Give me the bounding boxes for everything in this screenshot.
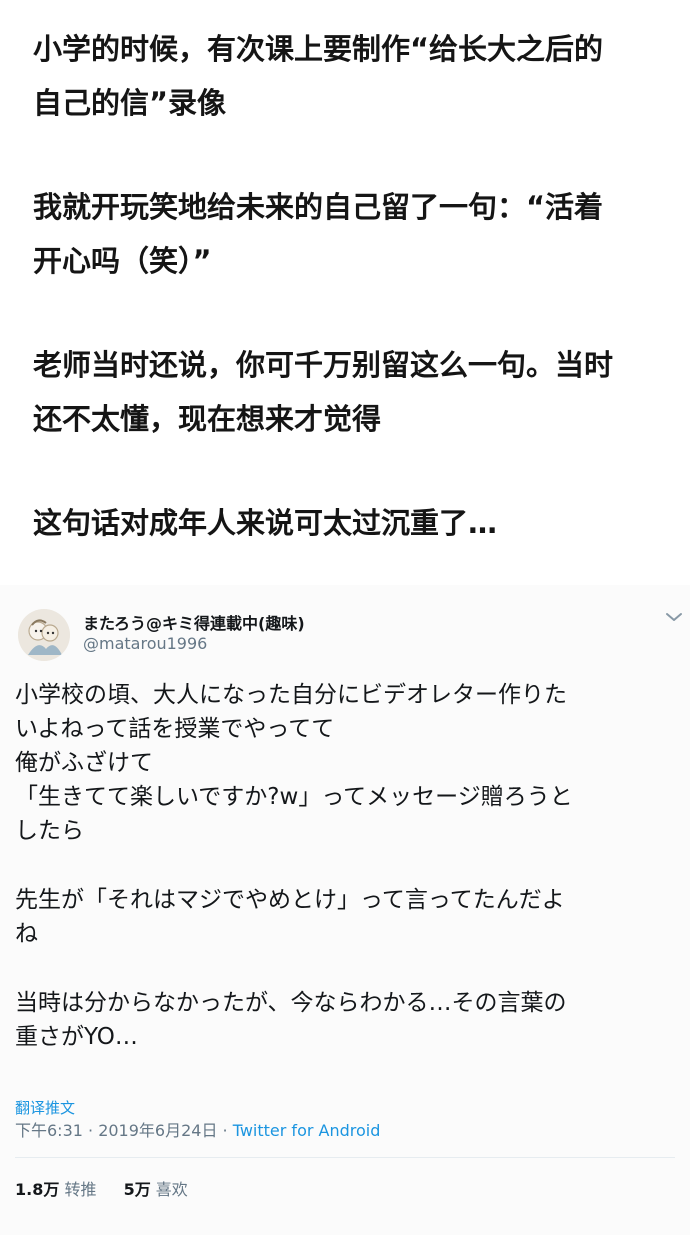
translate-tweet-link[interactable]: 翻译推文 <box>15 1097 75 1118</box>
chevron-down-icon <box>666 613 682 621</box>
retweet-number: 1.8万 <box>15 1180 60 1199</box>
avatar[interactable] <box>18 609 70 661</box>
intro-paragraph: 老师当时还说，你可千万别留这么一句。当时 还不太懂，现在想来才觉得 <box>33 348 614 436</box>
tweet-timestamp[interactable]: 下午6:31 · 2019年6月24日 · <box>15 1121 233 1140</box>
tweet-paragraph: 先生が「それはマジでやめとけ」って言ってたんだよ ね <box>15 887 565 947</box>
user-handle[interactable]: @matarou1996 <box>83 634 207 653</box>
tweet-meta: 下午6:31 · 2019年6月24日 · Twitter for Androi… <box>15 1117 380 1141</box>
intro-paragraph: 我就开玩笑地给未来的自己留了一句：“活着 开心吗（笑）” <box>33 190 604 278</box>
tweet-paragraph: 当時は分からなかったが、今ならわかる…その言葉の 重さがYO… <box>15 990 567 1050</box>
intro-text: 小学的时候，有次课上要制作“给长大之后的 自己的信”录像 我就开玩笑地给未来的自… <box>33 22 663 600</box>
like-number: 5万 <box>123 1180 151 1199</box>
retweet-label: 转推 <box>64 1180 97 1199</box>
tweet-menu-button[interactable] <box>664 609 684 625</box>
divider <box>15 1157 675 1158</box>
tweet-stats: 1.8万 转推 5万 喜欢 <box>15 1176 210 1200</box>
intro-paragraph: 小学的时候，有次课上要制作“给长大之后的 自己的信”录像 <box>33 32 604 120</box>
avatar-illustration-icon <box>18 609 70 661</box>
tweet-text: 小学校の頃、大人になった自分にビデオレター作りた いよねって話を授業でやってて … <box>15 678 680 1089</box>
like-label: 喜欢 <box>155 1180 188 1199</box>
like-count[interactable]: 5万 喜欢 <box>124 1176 188 1200</box>
tweet-card: またろう@キミ得連載中(趣味) @matarou1996 小学校の頃、大人になっ… <box>0 585 690 1235</box>
tweet-source-link[interactable]: Twitter for Android <box>233 1121 381 1140</box>
user-display-name[interactable]: またろう@キミ得連載中(趣味) <box>83 610 305 634</box>
retweet-count[interactable]: 1.8万 转推 <box>15 1176 96 1200</box>
intro-paragraph: 这句话对成年人来说可太过沉重了… <box>33 506 498 540</box>
tweet-paragraph: 小学校の頃、大人になった自分にビデオレター作りた いよねって話を授業でやってて … <box>15 682 573 844</box>
